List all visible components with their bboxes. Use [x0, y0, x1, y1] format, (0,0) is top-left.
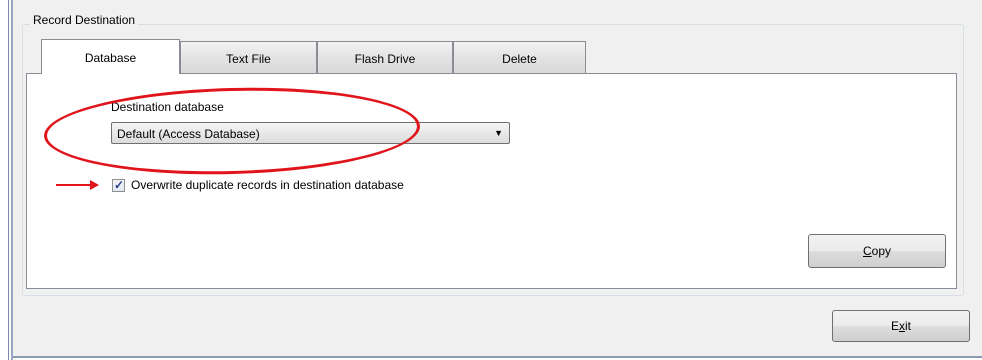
dropdown-arrow-icon: ▼: [494, 128, 503, 138]
tab-flash-drive[interactable]: Flash Drive: [317, 41, 453, 73]
exit-label-first: E: [890, 319, 899, 333]
copy-button[interactable]: Copy: [808, 234, 946, 268]
red-arrow-annotation: [56, 180, 99, 190]
overwrite-duplicates-checkbox[interactable]: ✓: [112, 178, 125, 192]
overwrite-duplicates-label[interactable]: Overwrite duplicate records in destinati…: [131, 178, 404, 192]
tab-delete[interactable]: Delete: [453, 41, 586, 73]
destination-database-select[interactable]: Default (Access Database) ▼: [111, 122, 510, 144]
destination-database-value: Default (Access Database): [117, 127, 260, 141]
exit-button[interactable]: Exit: [832, 310, 970, 342]
copy-label-rest: opy: [871, 244, 892, 258]
destination-database-label: Destination database: [111, 100, 224, 114]
copy-mnemonic: C: [862, 244, 872, 258]
checkmark-icon: ✓: [114, 178, 125, 192]
tab-text-file[interactable]: Text File: [180, 41, 317, 73]
database-tab-panel: Destination database Default (Access Dat…: [26, 73, 957, 289]
tab-database[interactable]: Database: [41, 39, 180, 74]
window-left-frame: [0, 0, 13, 360]
exit-label-rest: it: [905, 319, 911, 333]
group-title: Record Destination: [30, 13, 139, 27]
